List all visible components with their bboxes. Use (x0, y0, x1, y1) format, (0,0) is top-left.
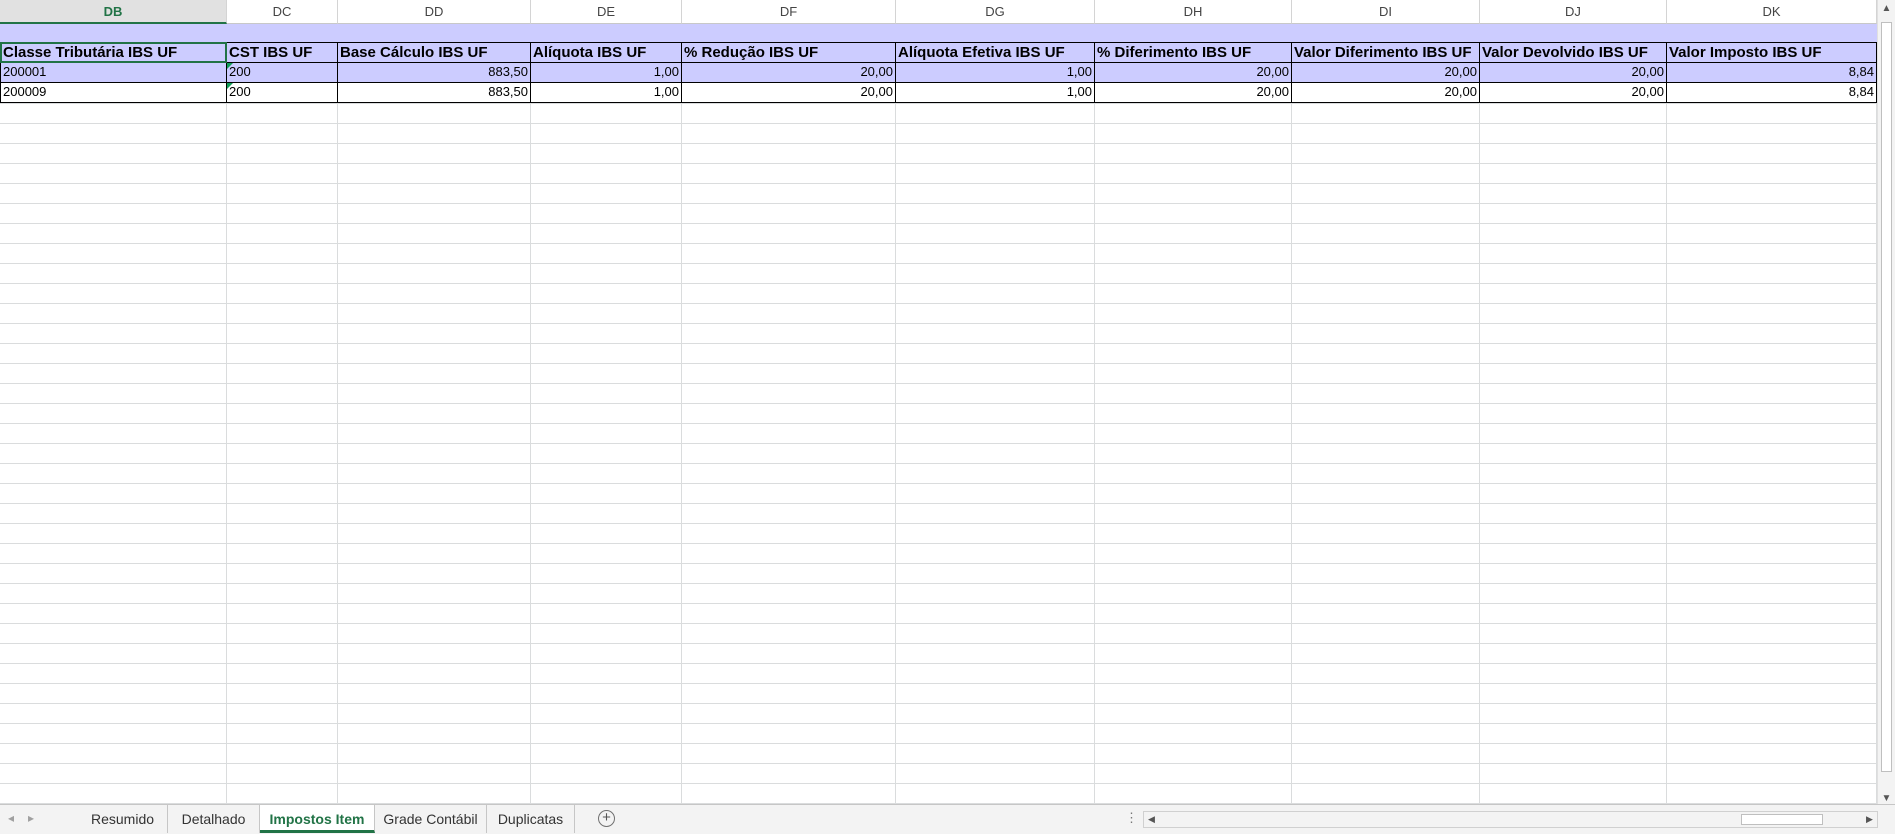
scroll-left-icon[interactable]: ◀ (1144, 812, 1159, 827)
ellipsis-icon[interactable]: ⋮ (1125, 810, 1138, 826)
sheet-tab-resumido[interactable]: Resumido (78, 805, 168, 833)
filled-row-band (0, 24, 1877, 42)
table-cell[interactable]: 1,00 (531, 83, 682, 103)
table-cell[interactable]: 20,00 (682, 83, 896, 103)
table-cell[interactable]: 1,00 (896, 63, 1095, 83)
sheet-tab-bar: ◂ ▸ Resumido Detalhado Impostos Item Grade … (0, 804, 1895, 834)
table-cell[interactable]: 20,00 (1095, 83, 1292, 103)
table-cell[interactable]: 20,00 (1480, 83, 1667, 103)
table-cell[interactable]: 883,50 (338, 63, 531, 83)
horizontal-scroll-thumb[interactable] (1741, 814, 1823, 825)
scroll-right-icon[interactable]: ▶ (1862, 812, 1877, 827)
table-header-cell[interactable]: CST IBS UF (227, 42, 338, 63)
table-header-cell[interactable]: Alíquota IBS UF (531, 42, 682, 63)
column-header-dh[interactable]: DH (1095, 0, 1292, 24)
table-cell[interactable]: 20,00 (1095, 63, 1292, 83)
table-cell[interactable]: 8,84 (1667, 83, 1877, 103)
tab-scroll-right-icon[interactable]: ▸ (28, 811, 34, 825)
table-cell[interactable]: 20,00 (1480, 63, 1667, 83)
column-header-df[interactable]: DF (682, 0, 896, 24)
table-cell[interactable]: 20,00 (1292, 83, 1480, 103)
table-cell[interactable]: 1,00 (531, 63, 682, 83)
vertical-scrollbar[interactable]: ▲ ▼ (1877, 0, 1895, 808)
table-cell[interactable]: 883,50 (338, 83, 531, 103)
table-cell[interactable]: 200001 (0, 63, 227, 83)
column-header-dk[interactable]: DK (1667, 0, 1877, 24)
vertical-scroll-thumb[interactable] (1881, 22, 1892, 772)
table-cell[interactable]: 20,00 (1292, 63, 1480, 83)
table-header-cell[interactable]: Base Cálculo IBS UF (338, 42, 531, 63)
sheet-tab-duplicatas[interactable]: Duplicatas (487, 805, 575, 833)
table-cell[interactable]: 20,00 (682, 63, 896, 83)
column-header-di[interactable]: DI (1292, 0, 1480, 24)
table-header-cell[interactable]: % Redução IBS UF (682, 42, 896, 63)
spreadsheet-grid[interactable]: DB DC DD DE DF DG DH DI DJ DK Classe Tributária I… (0, 0, 1877, 804)
error-indicator-icon[interactable] (227, 63, 233, 69)
table-cell[interactable]: 8,84 (1667, 63, 1877, 83)
column-header-dc[interactable]: DC (227, 0, 338, 24)
table-header-cell[interactable]: Valor Devolvido IBS UF (1480, 42, 1667, 63)
error-indicator-icon[interactable] (227, 83, 233, 89)
column-header-db[interactable]: DB (0, 0, 227, 24)
column-header-dg[interactable]: DG (896, 0, 1095, 24)
scroll-up-icon[interactable]: ▲ (1878, 0, 1895, 17)
column-header-dd[interactable]: DD (338, 0, 531, 24)
sheet-tab-grade-contábil[interactable]: Grade Contábil (375, 805, 487, 833)
column-header-dj[interactable]: DJ (1480, 0, 1667, 24)
table-header-cell[interactable]: Alíquota Efetiva IBS UF (896, 42, 1095, 63)
table-cell[interactable]: 200009 (0, 83, 227, 103)
table-header-cell[interactable]: Valor Diferimento IBS UF (1292, 42, 1480, 63)
plus-circle-icon[interactable]: + (598, 810, 615, 827)
table-header-cell[interactable]: % Diferimento IBS UF (1095, 42, 1292, 63)
horizontal-scrollbar[interactable]: ◀ ▶ (1143, 811, 1878, 828)
table-header-cell[interactable]: Classe Tributária IBS UF (0, 42, 227, 63)
sheet-tab-detalhado[interactable]: Detalhado (168, 805, 260, 833)
table-header-cell[interactable]: Valor Imposto IBS UF (1667, 42, 1877, 63)
sheet-tab-impostos-item[interactable]: Impostos Item (260, 805, 375, 833)
column-header-de[interactable]: DE (531, 0, 682, 24)
table-cell[interactable]: 200 (227, 83, 338, 103)
table-cell[interactable]: 200 (227, 63, 338, 83)
tab-scroll-left-icon[interactable]: ◂ (8, 811, 14, 825)
table-cell[interactable]: 1,00 (896, 83, 1095, 103)
